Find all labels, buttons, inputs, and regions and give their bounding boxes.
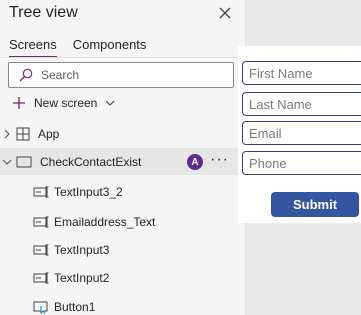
tree-item-button1[interactable]: Button1 [33,297,95,315]
email-field[interactable] [242,121,361,145]
tree-item-label: App [38,126,60,141]
plus-icon [13,97,25,109]
chevron-down-icon[interactable] [2,157,12,167]
screen-icon [16,156,32,167]
tree-item-app[interactable]: App [0,120,246,147]
tabs-divider [0,57,246,58]
search-box[interactable] [8,62,234,88]
avatar: A [187,154,203,170]
tree-item-textinput2[interactable]: TextInput2 [33,268,109,288]
text-input-icon [33,244,49,256]
search-input[interactable] [41,68,221,82]
tree-item-textinput3[interactable]: TextInput3 [33,240,109,260]
tree-item-label: Button1 [54,300,96,314]
more-options-icon[interactable]: ··· [210,151,229,169]
tree-item-label: TextInput3 [54,243,110,257]
tab-screens[interactable]: Screens [9,37,57,58]
tree-item-textinput3-2[interactable]: TextInput3_2 [33,182,123,202]
search-icon [19,68,33,82]
text-input-icon [33,186,49,198]
tree-item-label: TextInput2 [54,271,110,285]
tree-item-checkcontactexist[interactable]: CheckContactExist A ··· [0,148,246,175]
phone-field[interactable] [242,151,361,175]
tree-view-pane: Tree view Screens Components New screen … [0,0,246,315]
pane-title: Tree view [9,4,78,21]
tree-item-label: TextInput3_2 [54,185,123,199]
tab-bar: Screens Components [9,37,162,58]
chevron-right-icon[interactable] [2,129,12,139]
text-input-icon [33,272,49,284]
new-screen-label: New screen [34,96,98,110]
text-input-icon [33,216,49,228]
first-name-field[interactable] [242,61,361,85]
new-screen-button[interactable]: New screen [12,96,115,110]
tree-item-label: Emailaddress_Text [54,215,156,229]
app-grid-icon [16,127,30,140]
submit-button[interactable]: Submit [271,192,359,217]
close-icon[interactable] [217,5,233,21]
canvas-preview: Submit [238,46,361,223]
tab-components[interactable]: Components [73,37,147,58]
button-icon [33,301,48,314]
tree-item-emailaddress-text[interactable]: Emailaddress_Text [33,212,155,232]
tree-item-label: CheckContactExist [40,154,142,169]
chevron-down-icon [105,100,115,106]
last-name-field[interactable] [242,92,361,116]
